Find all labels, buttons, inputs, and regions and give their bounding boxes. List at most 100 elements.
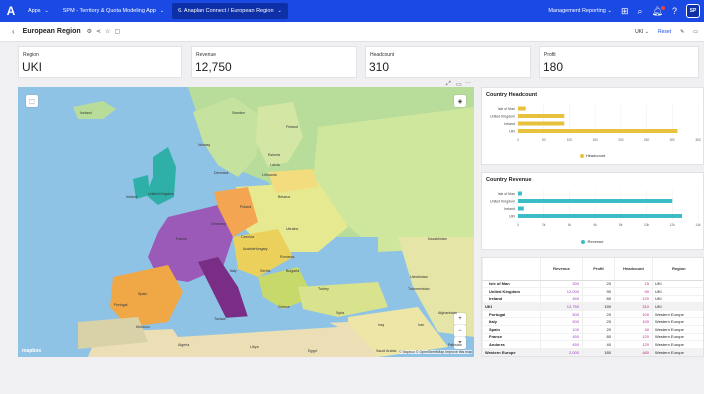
layers-icon[interactable]: ◈ — [454, 95, 466, 107]
expand-icon[interactable]: ⤢ — [446, 81, 451, 88]
apps-grid-icon[interactable]: ⊞ — [621, 6, 629, 16]
bar[interactable] — [518, 114, 565, 118]
map-country-label: Turkmenistan — [408, 287, 430, 291]
favorite-star-icon[interactable]: ☆ — [105, 28, 110, 35]
kpi-label: Revenue — [196, 52, 217, 58]
table-row[interactable]: Isle of Man 300 20 15 UKI — [482, 280, 703, 289]
more-options-icon[interactable]: ··· — [465, 80, 471, 86]
search-icon[interactable]: ⌕ — [638, 6, 643, 16]
breadcrumb-apps[interactable]: Apps ⌄ — [22, 3, 55, 19]
legend-label: Revenue — [587, 239, 604, 244]
profit-cell: 90 — [582, 287, 615, 296]
edit-pencil-icon[interactable]: ✎ — [680, 29, 684, 35]
region-cell: UKI — [652, 287, 703, 296]
settings-icon[interactable]: ⚙ — [87, 28, 92, 35]
table-row[interactable]: Ireland 450 80 120 UKI — [482, 295, 703, 304]
table-row[interactable]: UKI 12,750 190 310 UKI — [482, 302, 703, 311]
map-country-label: Romania — [280, 255, 295, 259]
x-tick-label: 50 — [542, 138, 546, 142]
bar[interactable] — [518, 121, 565, 126]
breadcrumb-app[interactable]: SPM - Territory & Quota Modeling App ⌄ — [57, 3, 170, 19]
revenue-cell: 300 — [540, 280, 583, 289]
table-row[interactable]: France 450 80 120 Western Europe — [482, 333, 703, 342]
table-row[interactable]: Western Europe 2,000 180 480 Western Europe — [482, 348, 703, 356]
row-label: Spain — [482, 325, 541, 334]
revenue-cell: 12,750 — [540, 302, 583, 311]
profit-cell: 180 — [582, 348, 615, 356]
column-header-region[interactable]: Region — [652, 258, 703, 281]
map-country-label: Czechia — [241, 235, 254, 239]
column-header-profit[interactable]: Profit — [582, 258, 615, 281]
table-row[interactable]: Italy 500 20 100 Western Europe — [482, 317, 703, 327]
profit-cell: 20 — [582, 310, 615, 319]
map-country-label: Egypt — [308, 349, 318, 353]
chart-title: Country Headcount — [486, 92, 538, 98]
column-header-headcount[interactable]: Headcount — [614, 258, 653, 281]
row-label: UKI — [482, 302, 541, 311]
x-tick-label: 0 — [517, 223, 519, 227]
comment-icon[interactable]: ▭ — [693, 29, 698, 35]
map-panel[interactable]: ⬚ ◈ + − ⌖ mapbox © Mapbox © OpenStreetMa… — [18, 87, 474, 357]
legend-swatch — [579, 153, 584, 158]
kpi-card-headcount: Headcount 310 — [365, 46, 531, 78]
row-label: France — [482, 333, 541, 342]
map-attribution[interactable]: © Mapbox © OpenStreetMap Improve this ma… — [398, 350, 472, 354]
kpi-label: Profit — [544, 52, 556, 58]
zoom-out-button[interactable]: − — [454, 325, 466, 337]
help-icon[interactable]: ? — [672, 6, 677, 16]
breadcrumb-page[interactable]: 6. Anaplan Connect / European Region ⌄ — [172, 3, 288, 19]
comment-icon[interactable]: ▭ — [456, 81, 462, 88]
bar[interactable] — [518, 206, 524, 211]
back-arrow-icon[interactable]: ‹ — [12, 27, 15, 36]
kpi-card-revenue: Revenue 12,750 — [191, 46, 357, 78]
category-label: Isle of Man — [498, 192, 515, 196]
comment-icon[interactable]: ▢ — [114, 28, 120, 35]
x-tick-label: 250 — [644, 138, 650, 142]
x-tick-label: 6k — [593, 223, 597, 227]
map-country-label: Estonia — [268, 153, 280, 157]
table-row[interactable]: Portugal 500 20 100 Western Europe — [482, 310, 703, 319]
chevron-down-icon: ⌄ — [44, 8, 49, 14]
column-header-revenue[interactable]: Revenue — [540, 258, 583, 281]
bar[interactable] — [518, 191, 522, 196]
profit-cell: 20 — [582, 325, 615, 334]
page-title: European Region — [22, 28, 81, 35]
map-country-label: Sweden — [232, 111, 245, 115]
page-header-bar: ‹ European Region ⚙ ⋖ ☆ ▢ UKI ⌄ Reset ✎ … — [0, 22, 704, 42]
x-tick-label: 300 — [670, 138, 676, 142]
share-icon[interactable]: ⋖ — [96, 28, 101, 35]
chart-legend: Revenue — [482, 239, 703, 244]
map-country-label: Turkey — [318, 287, 329, 291]
management-reporting-menu[interactable]: Management Reporting ⌄ — [548, 8, 612, 14]
column-header — [482, 258, 541, 281]
map-country-label: Greece — [278, 305, 290, 309]
row-label: United Kingdom — [482, 287, 541, 296]
bar[interactable] — [518, 106, 526, 111]
x-tick-label: 200 — [618, 138, 624, 142]
map-country-label: Austria — [243, 247, 255, 251]
reset-button[interactable]: Reset — [658, 29, 671, 35]
map-country-label: Ireland — [126, 195, 137, 199]
anaplan-logo[interactable]: A — [0, 0, 22, 22]
category-label: Isle of Man — [498, 107, 515, 111]
row-label: Portugal — [482, 310, 541, 319]
table-row[interactable]: United Kingdom 12,000 90 90 UKI — [482, 287, 703, 296]
notifications-bell-icon[interactable]: 🔔︎ — [652, 5, 666, 16]
table-row[interactable]: Spain 100 20 40 Western Europe — [482, 325, 703, 334]
map-select-tool-button[interactable]: ⬚ — [26, 95, 38, 107]
europe-map[interactable] — [18, 87, 474, 357]
map-country-label: Libya — [250, 345, 259, 349]
country-headcount-chart: Country Headcount 0 50 100 150 200 250 300 350 I… — [481, 87, 704, 165]
bar[interactable] — [518, 129, 678, 133]
selector-dropdown[interactable]: UKI ⌄ — [635, 29, 649, 35]
bar[interactable] — [518, 214, 682, 218]
headcount-cell: 100 — [614, 310, 653, 319]
table-row[interactable]: Andorra 450 40 120 Western Europe — [482, 340, 703, 349]
user-avatar[interactable]: SP — [686, 4, 700, 18]
map-country-label: Pakistan — [448, 343, 462, 347]
x-tick-label: 100 — [567, 138, 573, 142]
map-country-label: Finland — [286, 125, 298, 129]
bar[interactable] — [518, 199, 673, 203]
profit-cell: 20 — [582, 280, 615, 289]
legend-label: Headcount — [585, 153, 606, 158]
